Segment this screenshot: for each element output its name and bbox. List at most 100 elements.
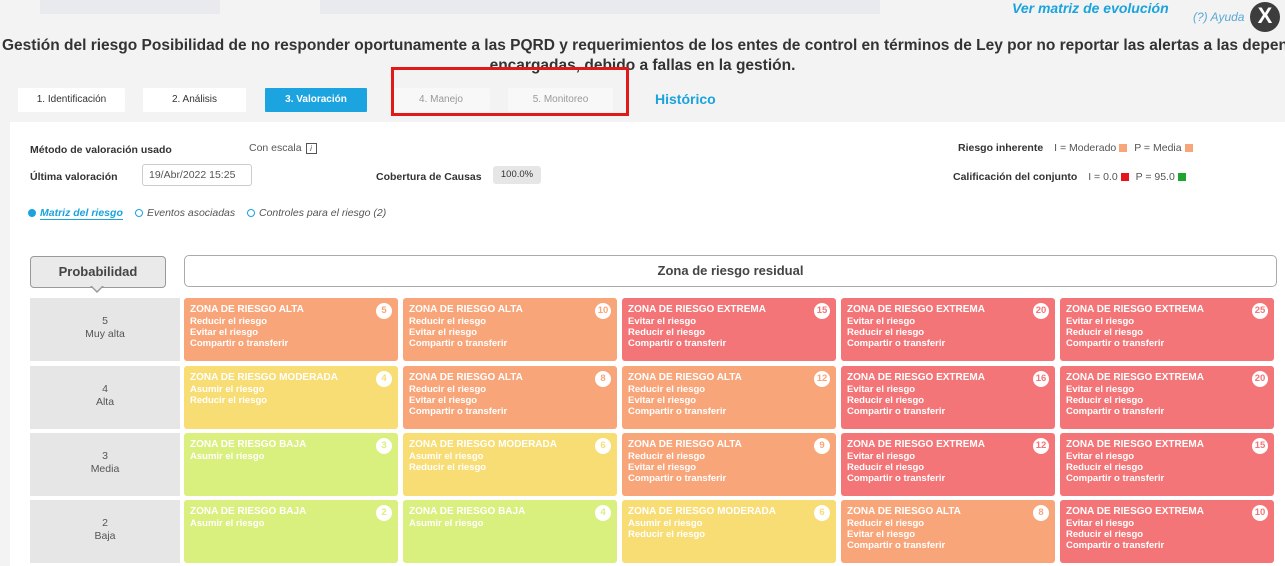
zone-title: ZONA DE RIESGO EXTREMA: [628, 304, 766, 315]
zone-action: Evitar el riesgo: [847, 316, 916, 327]
matrix-cell-alta[interactable]: ZONA DE RIESGO ALTA 8 Reducir el riesgo Evi…: [841, 500, 1055, 563]
zone-action: Evitar el riesgo: [628, 395, 697, 406]
zone-title: ZONA DE RIESGO ALTA: [409, 304, 523, 315]
option-matriz[interactable]: Matriz del riesgo: [28, 207, 123, 220]
matrix-cell-moderada[interactable]: ZONA DE RIESGO MODERADA 6 Asumir el riesgo…: [403, 433, 617, 496]
zone-action: Compartir o transferir: [409, 406, 508, 417]
help-link[interactable]: (?) Ayuda: [1193, 10, 1244, 24]
info-icon[interactable]: i: [305, 142, 317, 154]
metodo-value-text: Con escala: [249, 142, 302, 154]
score-badge: 9: [814, 438, 830, 454]
radio-selected-icon: [28, 209, 36, 218]
green-square-icon: [1177, 173, 1186, 182]
zone-action: Reducir el riesgo: [190, 395, 268, 406]
matrix-cell-extrema[interactable]: ZONA DE RIESGO EXTREMA 15 Evitar el riesgo…: [622, 298, 836, 361]
probability-level: 5: [102, 315, 108, 327]
page-title-line2: encargadas, debido a fallas en la gestió…: [489, 57, 796, 74]
zone-action: Compartir o transferir: [847, 406, 946, 417]
zone-action: Reducir el riesgo: [409, 462, 487, 473]
matrix-cell-moderada[interactable]: ZONA DE RIESGO MODERADA 6 Asumir el riesgo…: [622, 500, 836, 563]
matrix-cell-extrema[interactable]: ZONA DE RIESGO EXTREMA 15 Evitar el riesgo…: [1060, 433, 1274, 496]
zone-action: Reducir el riesgo: [1066, 395, 1144, 406]
zone-action: Reducir el riesgo: [190, 316, 268, 327]
score-badge: 16: [1033, 371, 1049, 387]
matrix-cell-extrema[interactable]: ZONA DE RIESGO EXTREMA 20 Evitar el riesgo…: [841, 298, 1055, 361]
score-badge: 8: [1033, 505, 1049, 521]
score-badge: 4: [376, 371, 392, 387]
matrix-cell-alta[interactable]: ZONA DE RIESGO ALTA 10 Reducir el riesgo Ev…: [403, 298, 617, 361]
matrix-cell-baja[interactable]: ZONA DE RIESGO BAJA 4 Asumir el riesgo: [403, 500, 617, 563]
probability-row-label: 5 Muy alta: [30, 298, 180, 361]
zone-action: Compartir o transferir: [1066, 473, 1165, 484]
matrix-cell-alta[interactable]: ZONA DE RIESGO ALTA 8 Reducir el riesgo Evi…: [403, 366, 617, 429]
pointer-arrow-fill: [91, 285, 103, 291]
zone-action: Asumir el riesgo: [190, 451, 265, 462]
zone-title: ZONA DE RIESGO MODERADA: [628, 506, 776, 517]
score-badge: 8: [595, 371, 611, 387]
matrix-cell-baja[interactable]: ZONA DE RIESGO BAJA 3 Asumir el riesgo: [184, 433, 398, 496]
zone-action: Compartir o transferir: [847, 473, 946, 484]
close-button[interactable]: X: [1250, 2, 1280, 32]
zone-action: Evitar el riesgo: [190, 327, 259, 338]
zone-title: ZONA DE RIESGO BAJA: [190, 439, 307, 450]
zone-action: Reducir el riesgo: [409, 384, 487, 395]
zone-title: ZONA DE RIESGO MODERADA: [190, 372, 338, 383]
score-badge: 25: [1252, 303, 1268, 319]
zone-action: Compartir o transferir: [409, 338, 508, 349]
matrix-cell-extrema[interactable]: ZONA DE RIESGO EXTREMA 10 Evitar el riesgo…: [1060, 500, 1274, 563]
zone-action: Reducir el riesgo: [847, 327, 925, 338]
zone-action: Asumir el riesgo: [190, 518, 265, 529]
matrix-cell-moderada[interactable]: ZONA DE RIESGO MODERADA 4 Asumir el riesgo…: [184, 366, 398, 429]
zone-action: Evitar el riesgo: [1066, 451, 1135, 462]
zone-action: Evitar el riesgo: [1066, 518, 1135, 529]
score-badge: 12: [1033, 438, 1049, 454]
zone-action: Reducir el riesgo: [847, 395, 925, 406]
matrix-cell-baja[interactable]: ZONA DE RIESGO BAJA 2 Asumir el riesgo: [184, 500, 398, 563]
zone-action: Compartir o transferir: [1066, 406, 1165, 417]
matrix-cell-extrema[interactable]: ZONA DE RIESGO EXTREMA 16 Evitar el riesgo…: [841, 366, 1055, 429]
score-badge: 3: [376, 438, 392, 454]
zone-title: ZONA DE RIESGO BAJA: [409, 506, 526, 517]
matrix-cell-extrema[interactable]: ZONA DE RIESGO EXTREMA 12 Evitar el riesgo…: [841, 433, 1055, 496]
zone-action: Asumir el riesgo: [628, 518, 703, 529]
conjunto-label: Calificación del conjunto: [953, 171, 1078, 183]
matrix-cell-alta[interactable]: ZONA DE RIESGO ALTA 12 Reducir el riesgo Ev…: [622, 366, 836, 429]
zone-action: Compartir o transferir: [847, 540, 946, 551]
inherente-p: P = Media: [1134, 142, 1182, 154]
historico-link[interactable]: Histórico: [655, 91, 716, 107]
modal-header: (?) Ayuda X Ver matriz de evolución Gest…: [0, 0, 1285, 120]
riesgo-inherente: Riesgo inherente I = Moderado P = Media: [958, 142, 1193, 154]
option-controles[interactable]: Controles para el riesgo (2): [247, 207, 386, 219]
zone-action: Compartir o transferir: [628, 473, 727, 484]
matrix-cell-extrema[interactable]: ZONA DE RIESGO EXTREMA 20 Evitar el riesgo…: [1060, 366, 1274, 429]
matrix-cell-alta[interactable]: ZONA DE RIESGO ALTA 5 Reducir el riesgo Evi…: [184, 298, 398, 361]
zone-action: Compartir o transferir: [1066, 540, 1165, 551]
zone-title: ZONA DE RIESGO ALTA: [628, 439, 742, 450]
score-badge: 15: [814, 303, 830, 319]
zone-action: Compartir o transferir: [847, 338, 946, 349]
tab-identificacion[interactable]: 1. Identificación: [18, 88, 125, 112]
zone-title: ZONA DE RIESGO ALTA: [628, 372, 742, 383]
score-badge: 10: [1252, 505, 1268, 521]
risk-modal: (?) Ayuda X Ver matriz de evolución Gest…: [0, 0, 1285, 566]
probability-row-label: 4 Alta: [30, 366, 180, 429]
tab-analisis[interactable]: 2. Análisis: [143, 88, 246, 112]
matrix-cell-extrema[interactable]: ZONA DE RIESGO EXTREMA 25 Evitar el riesgo…: [1060, 298, 1274, 361]
background-bar: [320, 0, 880, 14]
zone-action: Evitar el riesgo: [847, 529, 916, 540]
zone-action: Compartir o transferir: [628, 338, 727, 349]
zone-title: ZONA DE RIESGO ALTA: [409, 372, 523, 383]
tab-valoracion[interactable]: 3. Valoración: [265, 88, 367, 112]
zone-title: ZONA DE RIESGO EXTREMA: [1066, 506, 1204, 517]
red-square-icon: [1120, 173, 1129, 182]
option-eventos[interactable]: Eventos asociadas: [135, 207, 235, 219]
score-badge: 5: [376, 303, 392, 319]
metodo-label: Método de valoración usado: [30, 144, 172, 156]
score-badge: 4: [595, 505, 611, 521]
probability-name: Alta: [95, 396, 115, 408]
zone-title: ZONA DE RIESGO EXTREMA: [847, 372, 985, 383]
highlight-box: [391, 67, 629, 116]
evolution-matrix-link[interactable]: Ver matriz de evolución: [1012, 0, 1169, 16]
matrix-cell-alta[interactable]: ZONA DE RIESGO ALTA 9 Reducir el riesgo Evi…: [622, 433, 836, 496]
radio-icon: [247, 209, 255, 218]
